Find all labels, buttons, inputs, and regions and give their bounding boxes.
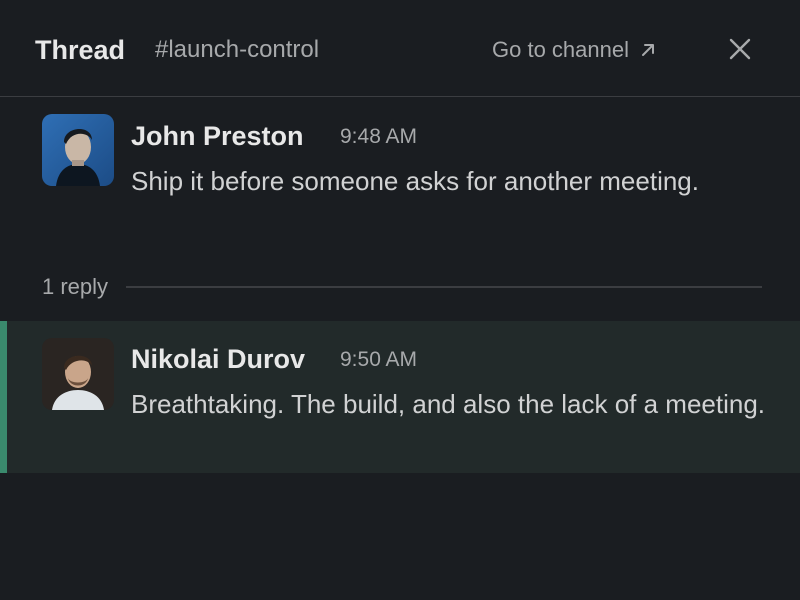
- reply-message[interactable]: Nikolai Durov 9:50 AM Breathtaking. The …: [0, 321, 800, 473]
- message-timestamp[interactable]: 9:48 AM: [340, 122, 417, 152]
- reply-divider: 1 reply: [42, 270, 762, 304]
- close-button[interactable]: [726, 35, 754, 63]
- close-icon: [726, 38, 754, 67]
- message-author[interactable]: Nikolai Durov: [131, 342, 305, 376]
- thread-header: Thread #launch-control Go to channel: [0, 0, 800, 97]
- go-to-channel-label: Go to channel: [492, 37, 629, 62]
- reply-count: 1 reply: [42, 274, 109, 299]
- message-text: Breathtaking. The build, and also the la…: [131, 389, 766, 419]
- arrow-up-right-icon: [639, 41, 657, 59]
- avatar[interactable]: [42, 114, 114, 186]
- thread-pane: Thread #launch-control Go to channel Joh…: [0, 0, 800, 600]
- message-author[interactable]: John Preston: [131, 119, 304, 153]
- message-text: Ship it before someone asks for another …: [131, 166, 699, 196]
- message-timestamp[interactable]: 9:50 AM: [340, 345, 417, 375]
- go-to-channel-button[interactable]: Go to channel: [492, 35, 657, 65]
- parent-message[interactable]: John Preston 9:48 AM Ship it before some…: [0, 110, 800, 250]
- highlight-accent-bar: [0, 321, 7, 473]
- divider-line: [126, 286, 762, 288]
- avatar[interactable]: [42, 338, 114, 410]
- thread-title: Thread: [35, 35, 126, 65]
- channel-name[interactable]: #launch-control: [155, 35, 319, 65]
